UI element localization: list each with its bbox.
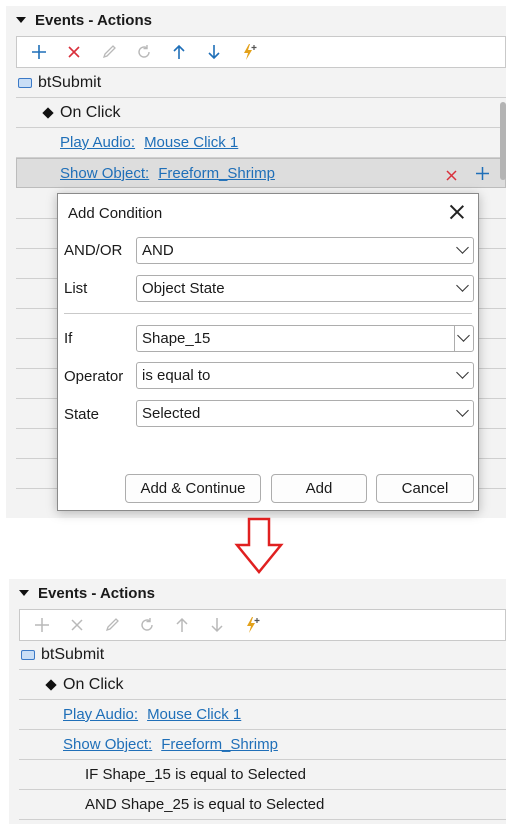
move-down-button[interactable] bbox=[199, 610, 234, 640]
andor-label: AND/OR bbox=[64, 242, 123, 259]
pencil-icon bbox=[105, 618, 119, 632]
list-value: Object State bbox=[142, 280, 225, 297]
close-icon bbox=[70, 619, 83, 631]
andor-select[interactable]: AND bbox=[136, 237, 474, 264]
refresh-icon bbox=[137, 45, 150, 58]
plus-icon bbox=[476, 167, 489, 180]
row-add-button[interactable] bbox=[476, 167, 489, 184]
action-row[interactable]: Show Object: Freeform_Shrimp bbox=[19, 730, 506, 760]
add-continue-button[interactable]: Add & Continue bbox=[125, 474, 261, 503]
object-row[interactable]: btSubmit bbox=[19, 640, 506, 670]
if-label: If bbox=[64, 330, 73, 347]
add-button[interactable]: Add bbox=[271, 474, 367, 503]
event-label: On Click bbox=[60, 103, 121, 121]
action-target-link[interactable]: Freeform_Shrimp bbox=[158, 165, 275, 182]
action-row[interactable]: Play Audio: Mouse Click 1 bbox=[19, 700, 506, 730]
object-name: btSubmit bbox=[38, 73, 102, 91]
combobox-divider bbox=[454, 326, 455, 351]
condition-row[interactable]: IF Shape_15 is equal to Selected bbox=[19, 760, 506, 790]
refresh-icon bbox=[140, 618, 153, 631]
action-verb-link[interactable]: Play Audio: bbox=[63, 706, 138, 723]
pencil-icon bbox=[102, 45, 116, 59]
chevron-down-icon bbox=[456, 404, 469, 417]
action-target-link[interactable]: Freeform_Shrimp bbox=[161, 736, 278, 753]
arrow-up-icon bbox=[175, 617, 188, 632]
event-label: On Click bbox=[63, 675, 124, 693]
object-name: btSubmit bbox=[41, 645, 105, 663]
down-arrow-icon bbox=[234, 517, 284, 574]
operator-value: is equal to bbox=[142, 367, 211, 384]
close-icon[interactable] bbox=[448, 203, 466, 221]
actions-toolbar bbox=[19, 609, 506, 641]
lightning-plus-icon bbox=[246, 617, 259, 633]
chevron-down-icon[interactable] bbox=[457, 329, 470, 342]
actions-toolbar bbox=[16, 36, 506, 68]
condition-text: AND Shape_25 is equal to Selected bbox=[85, 796, 325, 813]
condition-row[interactable]: AND Shape_25 is equal to Selected bbox=[19, 790, 506, 820]
state-value: Selected bbox=[142, 405, 201, 422]
row-delete-button[interactable] bbox=[446, 168, 457, 185]
button-object-icon bbox=[18, 77, 32, 88]
operator-label: Operator bbox=[64, 368, 124, 385]
arrow-down-icon bbox=[210, 618, 223, 633]
collapse-triangle-icon[interactable] bbox=[16, 17, 26, 23]
add-button[interactable] bbox=[24, 610, 59, 640]
list-label: List bbox=[64, 280, 88, 297]
list-select[interactable]: Object State bbox=[136, 275, 474, 302]
chevron-down-icon bbox=[456, 366, 469, 379]
move-up-button[interactable] bbox=[164, 610, 199, 640]
event-row[interactable]: On Click bbox=[19, 670, 506, 700]
state-label: State bbox=[64, 406, 100, 423]
edit-button[interactable] bbox=[94, 610, 129, 640]
divider bbox=[64, 313, 472, 314]
edit-button[interactable] bbox=[91, 37, 126, 67]
action-row-selected[interactable]: Show Object: Freeform_Shrimp bbox=[16, 158, 506, 188]
panel-header[interactable]: Events - Actions bbox=[9, 579, 506, 607]
operator-select[interactable]: is equal to bbox=[136, 362, 474, 389]
object-row[interactable]: btSubmit bbox=[16, 68, 506, 98]
close-icon bbox=[446, 170, 457, 181]
refresh-button[interactable] bbox=[126, 37, 161, 67]
add-button[interactable] bbox=[21, 37, 56, 67]
action-row[interactable]: Play Audio: Mouse Click 1 bbox=[16, 128, 506, 158]
button-object-icon bbox=[21, 649, 35, 660]
chevron-down-icon bbox=[456, 279, 469, 292]
event-row[interactable]: On Click bbox=[16, 98, 506, 128]
panel-title: Events - Actions bbox=[38, 584, 155, 602]
event-diamond-icon bbox=[45, 678, 57, 691]
events-actions-panel-after: Events - Actions btSubmit On Click Play … bbox=[9, 579, 506, 824]
lightning-plus-icon bbox=[243, 44, 256, 60]
panel-title: Events - Actions bbox=[35, 11, 152, 29]
state-select[interactable]: Selected bbox=[136, 400, 474, 427]
action-verb-link[interactable]: Show Object: bbox=[60, 165, 149, 182]
add-condition-dialog: Add Condition AND/OR AND List Object Sta… bbox=[57, 193, 479, 511]
action-target-link[interactable]: Mouse Click 1 bbox=[147, 706, 241, 723]
arrow-up-icon bbox=[172, 44, 185, 59]
action-verb-link[interactable]: Show Object: bbox=[63, 736, 152, 753]
andor-value: AND bbox=[142, 242, 174, 259]
plus-icon bbox=[34, 618, 49, 632]
action-verb-link[interactable]: Play Audio: bbox=[60, 134, 135, 151]
dialog-title: Add Condition bbox=[68, 205, 163, 222]
delete-button[interactable] bbox=[56, 37, 91, 67]
move-up-button[interactable] bbox=[161, 37, 196, 67]
condition-text: IF Shape_15 is equal to Selected bbox=[85, 766, 306, 783]
if-combobox[interactable]: Shape_15 bbox=[136, 325, 474, 352]
plus-icon bbox=[31, 45, 46, 59]
move-down-button[interactable] bbox=[196, 37, 231, 67]
arrow-down-icon bbox=[207, 45, 220, 60]
panel-header[interactable]: Events - Actions bbox=[6, 6, 506, 34]
chevron-down-icon bbox=[456, 241, 469, 254]
action-target-link[interactable]: Mouse Click 1 bbox=[144, 134, 238, 151]
if-value: Shape_15 bbox=[142, 330, 211, 347]
event-diamond-icon bbox=[42, 106, 54, 119]
refresh-button[interactable] bbox=[129, 610, 164, 640]
scrollbar-thumb[interactable] bbox=[500, 102, 506, 180]
collapse-triangle-icon[interactable] bbox=[19, 590, 29, 596]
add-trigger-button[interactable] bbox=[231, 37, 266, 67]
delete-button[interactable] bbox=[59, 610, 94, 640]
cancel-button[interactable]: Cancel bbox=[376, 474, 474, 503]
close-icon bbox=[67, 46, 80, 58]
add-trigger-button[interactable] bbox=[234, 610, 269, 640]
